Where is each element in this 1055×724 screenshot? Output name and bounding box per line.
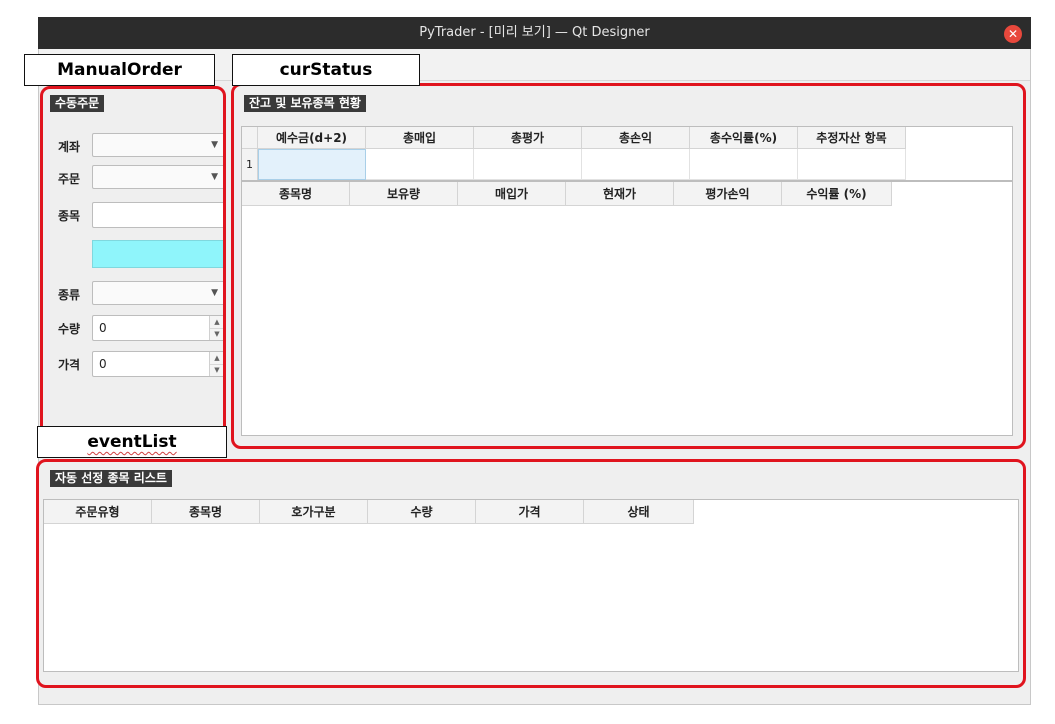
cur-status-annotation: curStatus: [232, 54, 420, 86]
manual-order-annotation: ManualOrder: [24, 54, 215, 86]
close-button[interactable]: ✕: [1004, 25, 1022, 43]
window-title: PyTrader - [미리 보기] — Qt Designer: [419, 25, 650, 40]
event-list-outline: [36, 459, 1026, 688]
manual-order-outline: [40, 86, 226, 438]
cur-status-outline: [231, 83, 1026, 449]
event-list-annotation: eventList: [37, 426, 227, 458]
